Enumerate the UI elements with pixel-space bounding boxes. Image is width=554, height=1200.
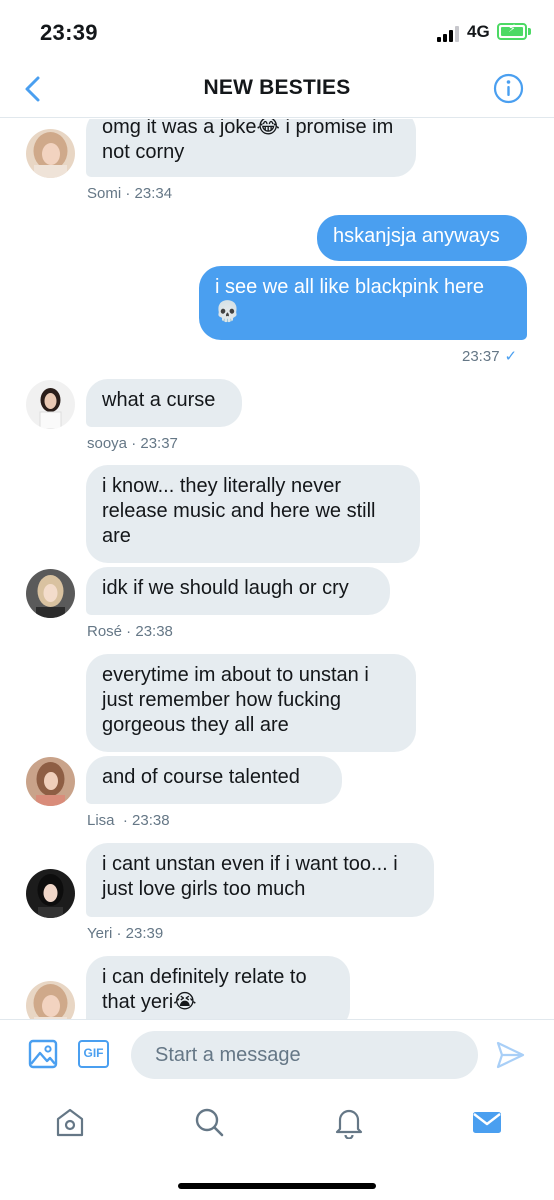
signal-icon — [437, 26, 461, 42]
message-time: 23:37 — [462, 348, 500, 365]
message-text: omg it was a joke😂 i promise im not corn… — [102, 119, 394, 163]
tab-messages[interactable] — [470, 1105, 504, 1139]
tab-home[interactable] — [53, 1105, 87, 1139]
message-text: idk if we should laugh or cry — [102, 577, 349, 599]
info-icon — [493, 73, 524, 104]
message-text: i cant unstan even if i want too... i ju… — [102, 853, 398, 900]
message-bubble-outgoing[interactable]: i see we all like blackpink here 💀 — [199, 266, 527, 340]
send-icon — [496, 1041, 525, 1069]
gif-label: GIF — [83, 1046, 104, 1060]
home-indicator — [178, 1183, 376, 1189]
send-button[interactable] — [495, 1040, 525, 1075]
message-text: and of course talented — [102, 766, 300, 788]
info-button[interactable] — [493, 73, 524, 104]
message-meta: Somi · 23:34 — [87, 185, 173, 202]
message-meta: Rosé · 23:38 — [87, 623, 173, 640]
message-text: i can definitely relate to that yeri😭 — [102, 966, 307, 1013]
message-composer: GIF — [0, 1019, 554, 1091]
avatar-somi[interactable] — [26, 981, 75, 1019]
network-type: 4G — [467, 22, 490, 41]
tab-notifications[interactable] — [332, 1105, 366, 1140]
message-bubble[interactable]: everytime im about to unstan i just reme… — [86, 654, 416, 752]
avatar-rose[interactable] — [26, 569, 75, 618]
image-icon — [28, 1039, 58, 1069]
conversation-header: NEW BESTIES — [0, 62, 554, 118]
avatar-somi[interactable] — [26, 129, 75, 178]
message-meta: Lisa · 23:38 — [87, 812, 170, 829]
avatar-sooya[interactable] — [26, 380, 75, 429]
message-bubble-outgoing[interactable]: hskanjsja anyways — [317, 215, 527, 261]
message-text: i know... they literally never release m… — [102, 475, 376, 547]
conversation-title: NEW BESTIES — [203, 76, 351, 99]
message-bubble[interactable]: what a curse — [86, 379, 242, 427]
message-bubble[interactable]: and of course talented — [86, 756, 342, 804]
message-bubble[interactable]: i can definitely relate to that yeri😭 — [86, 956, 350, 1019]
avatar-lisa[interactable] — [26, 757, 75, 806]
messages-icon — [473, 1112, 501, 1133]
message-bubble[interactable]: i know... they literally never release m… — [86, 465, 420, 563]
message-input[interactable] — [131, 1031, 478, 1079]
gif-button[interactable]: GIF — [78, 1040, 109, 1068]
message-text: everytime im about to unstan i just reme… — [102, 664, 369, 736]
read-receipt-icon: ✓ — [504, 348, 518, 365]
message-meta: Yeri · 23:39 — [87, 925, 164, 942]
add-photo-button[interactable] — [28, 1039, 58, 1074]
avatar-yeri[interactable] — [26, 869, 75, 918]
search-icon — [195, 1108, 224, 1137]
status-time: 23:39 — [40, 20, 98, 45]
battery-tip — [528, 28, 531, 35]
message-text: what a curse — [102, 389, 216, 411]
message-bubble[interactable]: omg it was a joke😂 i promise im not corn… — [86, 119, 416, 177]
tab-search[interactable] — [192, 1105, 226, 1139]
message-text: hskanjsja anyways — [333, 225, 500, 247]
message-bubble[interactable]: idk if we should laugh or cry — [86, 567, 390, 615]
battery-icon: ⚡ — [497, 23, 527, 40]
message-list[interactable]: omg it was a joke😂 i promise im not corn… — [0, 119, 554, 1019]
notifications-icon — [335, 1109, 363, 1140]
message-meta: 23:37 ✓ — [462, 347, 517, 365]
home-icon — [56, 1108, 84, 1137]
message-text: i see we all like blackpink here 💀 — [215, 276, 485, 323]
message-meta: sooya · 23:37 — [87, 435, 178, 452]
message-bubble[interactable]: i cant unstan even if i want too... i ju… — [86, 843, 434, 917]
status-bar: 23:39 4G ⚡ — [0, 0, 554, 62]
